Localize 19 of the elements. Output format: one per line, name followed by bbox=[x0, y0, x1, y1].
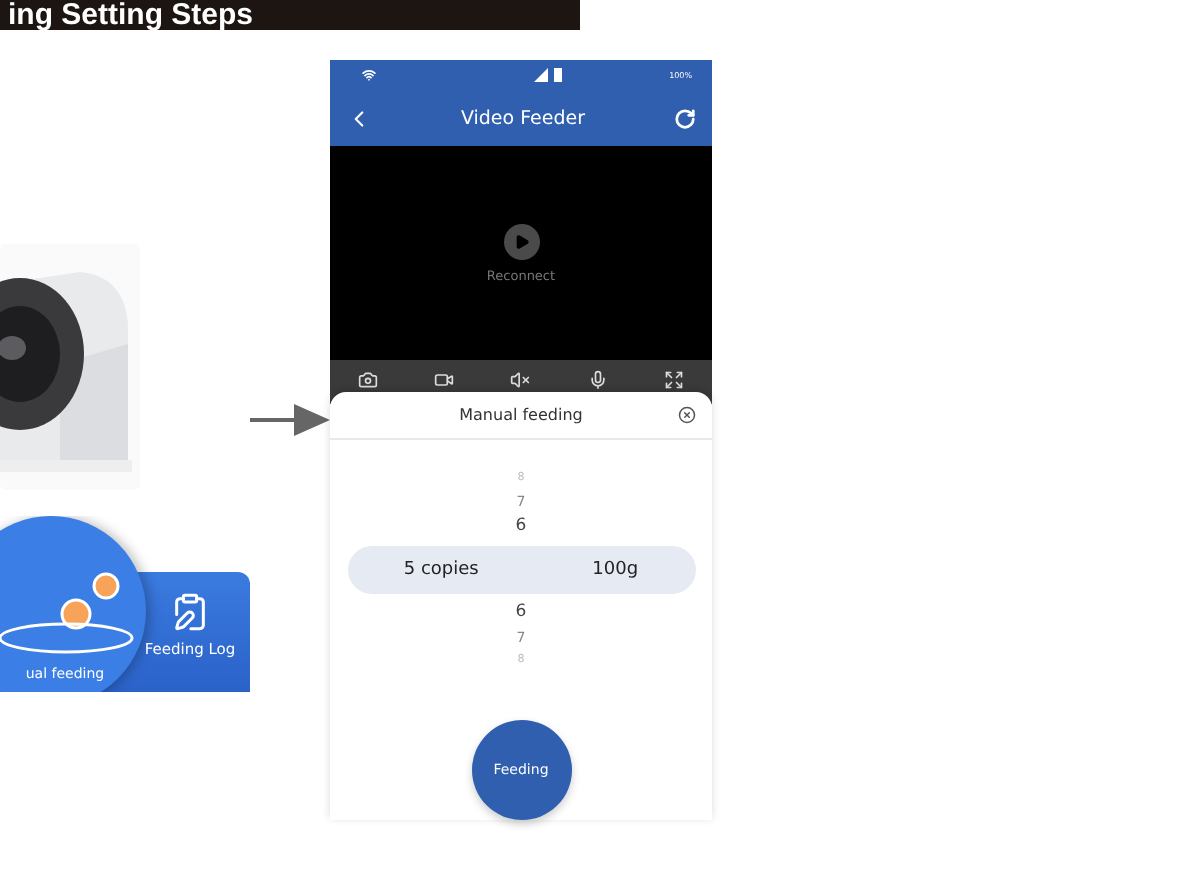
clipboard-icon bbox=[170, 592, 210, 632]
banner-title: ing Setting Steps bbox=[6, 0, 254, 30]
picker-number[interactable]: 6 bbox=[515, 514, 527, 540]
picker-number[interactable]: 6 bbox=[515, 600, 527, 626]
sheet-title: Manual feeding bbox=[459, 406, 583, 424]
video-icon[interactable] bbox=[434, 370, 455, 390]
refresh-icon[interactable] bbox=[674, 107, 696, 129]
camera-icon[interactable] bbox=[358, 370, 379, 390]
picker-selection[interactable]: 5 copies 100g bbox=[347, 546, 695, 594]
mute-icon[interactable] bbox=[510, 370, 531, 390]
copies-value: 5 copies bbox=[403, 560, 479, 580]
play-icon bbox=[513, 233, 529, 249]
arrow-icon bbox=[250, 400, 330, 440]
screen-title: Video Feeder bbox=[460, 107, 586, 129]
wifi-icon bbox=[362, 68, 376, 82]
fullscreen-icon[interactable] bbox=[663, 370, 684, 390]
weight-value: 100g bbox=[592, 560, 639, 580]
mic-icon[interactable] bbox=[587, 370, 608, 390]
close-icon[interactable] bbox=[678, 406, 696, 424]
